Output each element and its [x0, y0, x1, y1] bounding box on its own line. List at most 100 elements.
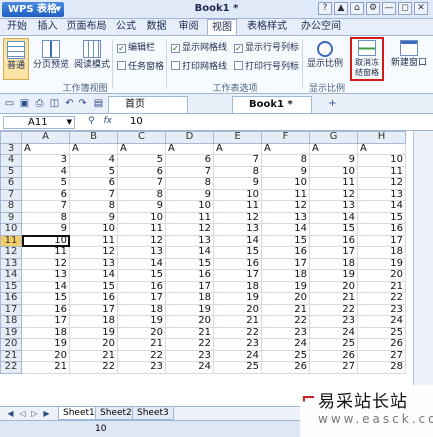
cell[interactable]: 16: [165, 269, 214, 282]
cell[interactable]: 26: [261, 361, 310, 374]
column-header[interactable]: E: [213, 131, 262, 144]
sheet-tab-2[interactable]: Sheet2: [95, 407, 137, 420]
cell[interactable]: 15: [357, 211, 406, 224]
cell[interactable]: 19: [69, 326, 118, 339]
row-header[interactable]: 17: [0, 303, 22, 316]
menu-item-6[interactable]: 视图: [207, 19, 237, 35]
settings-icon[interactable]: ⚙: [366, 2, 380, 15]
formula-input[interactable]: 10: [130, 116, 143, 127]
row-header[interactable]: 15: [0, 280, 22, 293]
vertical-scrollbar[interactable]: [413, 131, 433, 406]
checkbox-box[interactable]: [234, 61, 243, 70]
cell[interactable]: 12: [309, 188, 358, 201]
cell[interactable]: 20: [261, 292, 310, 305]
cell[interactable]: 17: [357, 234, 406, 247]
cell[interactable]: 14: [357, 200, 406, 213]
cell[interactable]: 28: [357, 361, 406, 374]
cell[interactable]: 16: [69, 292, 118, 305]
row-header[interactable]: 22: [0, 361, 22, 374]
checkbox-0[interactable]: ✓ 编辑栏: [117, 42, 155, 54]
cell[interactable]: 17: [213, 269, 262, 282]
cell[interactable]: 4: [21, 165, 70, 178]
cell[interactable]: 18: [69, 315, 118, 328]
cell[interactable]: 10: [117, 211, 166, 224]
cell[interactable]: 13: [69, 257, 118, 270]
cell[interactable]: 17: [309, 246, 358, 259]
cell[interactable]: 11: [357, 165, 406, 178]
cell[interactable]: 20: [69, 338, 118, 351]
column-header[interactable]: A: [21, 131, 70, 144]
cell[interactable]: 10: [309, 165, 358, 178]
checkbox-box[interactable]: [171, 61, 180, 70]
row-header[interactable]: 13: [0, 257, 22, 270]
cell[interactable]: 9: [261, 165, 310, 178]
cell[interactable]: 11: [69, 234, 118, 247]
cell[interactable]: 18: [21, 326, 70, 339]
menu-item-0[interactable]: 开始: [3, 19, 31, 35]
cell[interactable]: 17: [21, 315, 70, 328]
undo-icon[interactable]: ↶: [63, 97, 76, 110]
cell[interactable]: 18: [309, 257, 358, 270]
cell[interactable]: 5: [69, 165, 118, 178]
menu-item-2[interactable]: 页面布局: [63, 19, 110, 35]
column-header[interactable]: D: [165, 131, 214, 144]
cell[interactable]: 10: [213, 188, 262, 201]
cell[interactable]: 19: [165, 303, 214, 316]
cell[interactable]: 15: [309, 223, 358, 236]
cell[interactable]: 16: [213, 257, 262, 270]
checkbox-sheet-1[interactable]: ✓ 显示行号列标: [234, 42, 299, 54]
cell[interactable]: 21: [213, 315, 262, 328]
cell[interactable]: 16: [21, 303, 70, 316]
column-header[interactable]: H: [357, 131, 406, 144]
app-menu-button[interactable]: WPS 表格 ▼: [2, 2, 64, 17]
cell[interactable]: 21: [21, 361, 70, 374]
menu-item-3[interactable]: 公式: [112, 19, 140, 35]
save-icon[interactable]: ▣: [18, 97, 31, 110]
cell[interactable]: 20: [309, 280, 358, 293]
cell[interactable]: 7: [213, 154, 262, 167]
cell[interactable]: 10: [165, 200, 214, 213]
cell[interactable]: 23: [165, 349, 214, 362]
name-box[interactable]: A11 ▼: [3, 116, 75, 129]
cell[interactable]: 17: [117, 292, 166, 305]
cell[interactable]: 9: [21, 223, 70, 236]
cell[interactable]: 16: [309, 234, 358, 247]
cell[interactable]: 8: [21, 211, 70, 224]
minimize-icon[interactable]: —: [382, 2, 396, 15]
cell[interactable]: 13: [165, 234, 214, 247]
cell[interactable]: 16: [261, 246, 310, 259]
help-icon[interactable]: ?: [318, 2, 332, 15]
row-header[interactable]: 11: [0, 234, 22, 247]
cell[interactable]: 20: [165, 315, 214, 328]
checkbox-box[interactable]: ✓: [234, 44, 243, 53]
cell[interactable]: 22: [165, 338, 214, 351]
cell[interactable]: 12: [69, 246, 118, 259]
open-folder-icon[interactable]: ▭: [3, 97, 16, 110]
cell[interactable]: 14: [261, 223, 310, 236]
cell[interactable]: 22: [117, 349, 166, 362]
cell[interactable]: 13: [261, 211, 310, 224]
cell[interactable]: 11: [261, 188, 310, 201]
cell[interactable]: 7: [117, 177, 166, 190]
cell[interactable]: 10: [261, 177, 310, 190]
row-header[interactable]: 3: [0, 142, 22, 155]
cell[interactable]: 25: [309, 338, 358, 351]
checkbox-1[interactable]: 任务窗格: [117, 61, 164, 73]
menu-item-4[interactable]: 数据: [142, 19, 171, 35]
row-header[interactable]: 18: [0, 315, 22, 328]
column-header[interactable]: G: [309, 131, 358, 144]
cell[interactable]: 22: [213, 326, 262, 339]
cell[interactable]: 8: [213, 165, 262, 178]
cell[interactable]: 9: [213, 177, 262, 190]
checkbox-box[interactable]: ✓: [171, 44, 180, 53]
cell[interactable]: 13: [117, 246, 166, 259]
cell[interactable]: 11: [117, 223, 166, 236]
zoom-button[interactable]: 显示比例: [305, 38, 345, 80]
cell[interactable]: 12: [357, 177, 406, 190]
cell[interactable]: 9: [309, 154, 358, 167]
cell[interactable]: A: [357, 142, 406, 155]
cell[interactable]: 6: [117, 165, 166, 178]
cell[interactable]: 12: [213, 211, 262, 224]
cell[interactable]: 9: [69, 211, 118, 224]
maximize-icon[interactable]: ◻: [398, 2, 412, 15]
